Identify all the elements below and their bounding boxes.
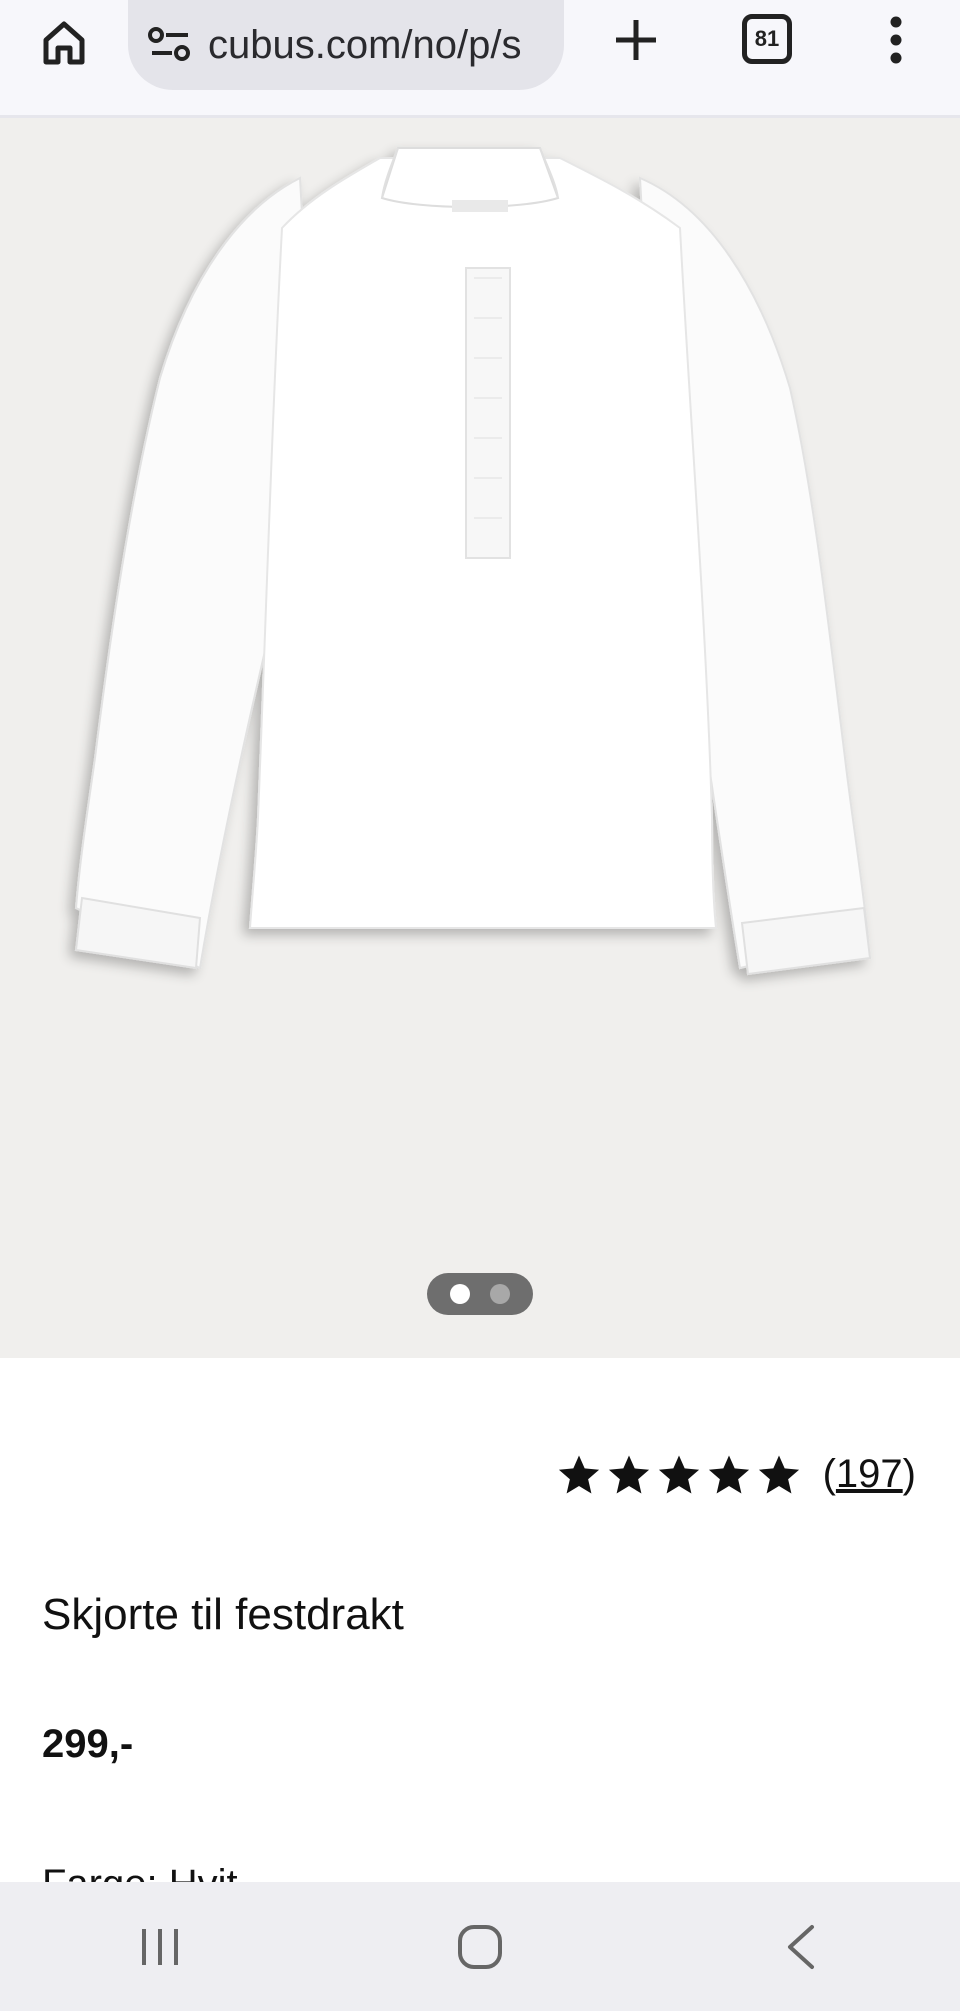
star-icon [708,1454,749,1493]
gallery-dot-2[interactable] [490,1284,510,1304]
rating-count-open: ( [822,1452,836,1496]
product-price: 299,- [42,1722,134,1766]
browser-toolbar: cubus.com/no/p/s 81 [0,0,960,118]
site-settings-icon[interactable] [146,21,194,69]
home-nav-icon[interactable] [420,1897,540,1997]
product-image-shirt [74,147,872,976]
tab-count: 81 [754,26,780,51]
back-icon[interactable] [740,1897,860,1997]
more-menu-icon[interactable] [876,8,916,72]
rating-count-value: 197 [835,1452,903,1496]
star-icon [558,1454,599,1493]
product-rating[interactable]: (197) [557,1452,916,1497]
rating-count-link[interactable]: (197) [823,1452,916,1497]
rating-count-close: ) [902,1452,916,1496]
star-icon [758,1454,799,1493]
rating-stars [557,1454,801,1496]
product-image-gallery[interactable] [0,118,960,1358]
tab-switcher-button[interactable]: 81 [742,14,792,64]
new-tab-icon[interactable] [604,8,668,72]
star-icon [608,1454,649,1493]
recent-apps-icon[interactable] [100,1897,220,1997]
url-text[interactable]: cubus.com/no/p/s [208,23,538,68]
home-icon[interactable] [34,12,94,72]
system-nav-bar [0,1882,960,2011]
product-title: Skjorte til festdrakt [42,1590,404,1639]
gallery-pagination[interactable] [427,1273,533,1315]
gallery-dot-1[interactable] [450,1284,470,1304]
star-icon [658,1454,699,1493]
address-bar[interactable]: cubus.com/no/p/s [128,0,564,90]
